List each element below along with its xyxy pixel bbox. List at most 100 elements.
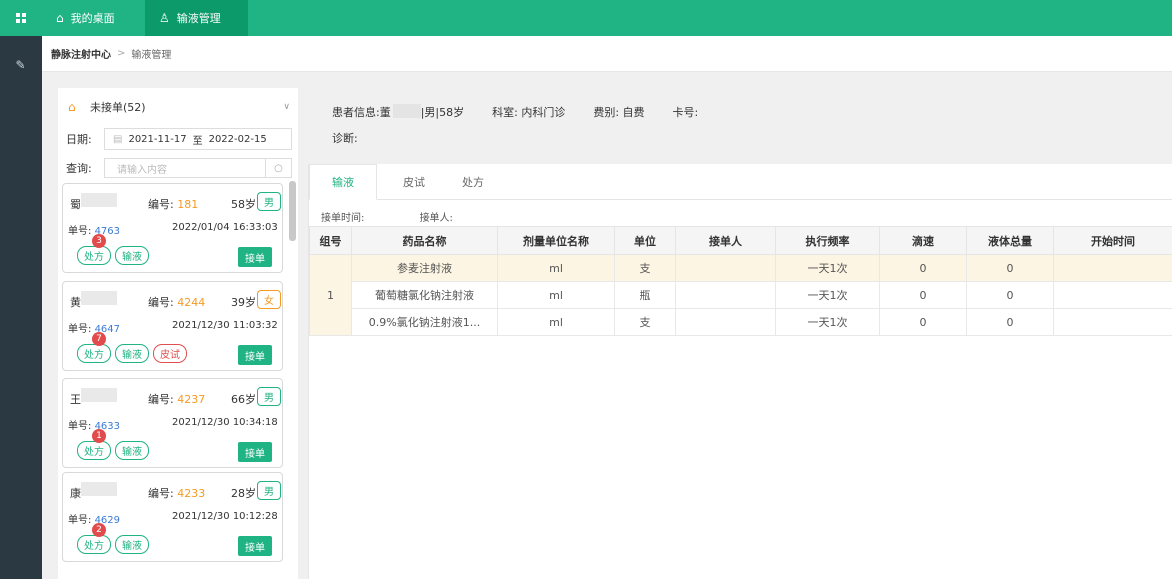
sex-badge: 女 (257, 290, 281, 309)
search-icon[interactable]: ○ (265, 159, 291, 177)
tag-skin-test[interactable]: 皮试 (153, 344, 187, 363)
receiver-cell (675, 308, 776, 336)
card-tags: 处方 1 输液 (77, 429, 149, 460)
tab-infusion[interactable]: ♙ 输液管理 (145, 0, 248, 36)
tab-infusion-label: 输液管理 (176, 12, 221, 25)
col-drip-rate: 滴速 (879, 226, 967, 255)
patient-age: 28岁 (231, 487, 256, 500)
calendar-icon: ▤ (113, 133, 123, 145)
table-row[interactable]: 1 参麦注射液 ml 支 一天1次 0 0 (309, 254, 1172, 336)
volume-cell: 0 (966, 281, 1054, 309)
breadcrumb-root[interactable]: 静脉注射中心 (51, 46, 111, 61)
home-icon: ⌂ (56, 11, 64, 25)
tag-infusion[interactable]: 输液 (115, 246, 149, 265)
card-tags: 处方 3 输液 (77, 234, 149, 265)
drip-rate-cell: 0 (879, 254, 967, 282)
dose-unit-cell: ml (497, 254, 615, 282)
tag-infusion[interactable]: 输液 (115, 344, 149, 363)
order-meta: 接单时间: 接单人: (321, 209, 453, 224)
patient-number: 编号: 4244 (148, 296, 206, 309)
search-placeholder: 请输入内容 (117, 164, 167, 176)
tag-infusion[interactable]: 输液 (115, 441, 149, 460)
name-mask (81, 388, 117, 402)
tag-infusion[interactable]: 输液 (115, 535, 149, 554)
list-scrollbar[interactable] (289, 181, 296, 241)
patient-age: 58岁 (231, 198, 256, 211)
patient-name: 王 (70, 393, 81, 406)
col-drug-name: 药品名称 (351, 226, 498, 255)
tag-prescription[interactable]: 处方 3 (77, 234, 111, 265)
status-select-label: 未接单(52) (90, 101, 146, 114)
frequency-cell: 一天1次 (775, 254, 880, 282)
search-input[interactable]: 请输入内容 ○ (104, 158, 292, 178)
order-time: 2022/01/04 16:33:03 (172, 222, 278, 233)
accept-order-button[interactable]: 接单 (238, 442, 272, 462)
date-range-input[interactable]: ▤ 2021-11-17 至 2022-02-15 (104, 128, 292, 150)
volume-cell: 0 (966, 254, 1054, 282)
patient-info-name: 董 (379, 106, 391, 119)
table-row[interactable]: 葡萄糖氯化钠注射液 ml 瓶 一天1次 0 0 (310, 281, 1172, 309)
accept-order-button[interactable]: 接单 (238, 536, 272, 556)
date-filter: 日期: ▤ 2021-11-17 至 2022-02-15 (66, 128, 292, 150)
drug-name-cell: 葡萄糖氯化钠注射液 (351, 281, 498, 309)
tab-skin-test[interactable]: 皮试 (381, 164, 447, 200)
order-card[interactable]: 王 编号: 4237 66岁 男 单号: 4633 2021/12/30 10:… (62, 378, 283, 468)
patient-age: 39岁 (231, 296, 256, 309)
col-frequency: 执行频率 (775, 226, 880, 255)
col-receiver: 接单人 (675, 226, 776, 255)
tab-desktop-label: 我的桌面 (70, 12, 115, 25)
patient-number: 编号: 4237 (148, 393, 206, 406)
top-nav: ⌂ 我的桌面 ♙ 输液管理 (42, 0, 1172, 36)
unit-cell: 支 (614, 254, 676, 282)
drip-rate-cell: 0 (879, 281, 967, 309)
volume-cell: 0 (966, 308, 1054, 336)
app-grid-icon[interactable] (0, 0, 42, 36)
frequency-cell: 一天1次 (775, 281, 880, 309)
order-time: 2021/12/30 10:12:28 (172, 511, 278, 522)
query-label: 查询: (66, 162, 92, 175)
breadcrumb-current: 输液管理 (131, 50, 172, 61)
card-tags: 处方 7 输液 皮试 (77, 332, 187, 363)
col-start-time: 开始时间 (1053, 226, 1172, 255)
breadcrumb: 静脉注射中心 > 输液管理 (42, 36, 1172, 72)
col-unit: 单位 (614, 226, 676, 255)
patient-age: 66岁 (231, 393, 256, 406)
tab-infusion-detail[interactable]: 输液 (309, 164, 377, 200)
side-rail: ✎ (0, 0, 42, 579)
order-card[interactable]: 康 编号: 4233 28岁 男 单号: 4629 2021/12/30 10:… (62, 472, 283, 562)
patient-info-label: 患者信息: (332, 106, 380, 119)
drip-rate-cell: 0 (879, 308, 967, 336)
status-select[interactable]: ⌂ 未接单(52) ∨ (68, 98, 290, 116)
chevron-down-icon: ∨ (283, 102, 290, 112)
table-row[interactable]: 0.9%氯化钠注射液1... ml 支 一天1次 0 0 (310, 308, 1172, 336)
sex-badge: 男 (257, 192, 281, 211)
order-card[interactable]: 黄 编号: 4244 39岁 女 单号: 4647 2021/12/30 11:… (62, 281, 283, 371)
order-card[interactable]: 蜀 编号: 181 58岁 男 单号: 4763 2022/01/04 16:3… (62, 183, 283, 273)
patient-dept: 科室: 内科门诊 (492, 106, 566, 119)
dose-unit-cell: ml (497, 281, 615, 309)
date-label: 日期: (66, 133, 92, 146)
syringe-icon[interactable]: ✎ (14, 59, 27, 72)
tab-desktop[interactable]: ⌂ 我的桌面 (42, 0, 145, 36)
count-badge: 7 (92, 332, 106, 346)
patient-name: 蜀 (70, 198, 81, 211)
tag-prescription[interactable]: 处方 1 (77, 429, 111, 460)
unit-cell: 支 (614, 308, 676, 336)
order-time: 2021/12/30 10:34:18 (172, 417, 278, 428)
tag-prescription[interactable]: 处方 7 (77, 332, 111, 363)
accept-order-button[interactable]: 接单 (238, 345, 272, 365)
tag-prescription[interactable]: 处方 2 (77, 523, 111, 554)
patient-info-bar: 患者信息: 董 |男|58岁 科室: 内科门诊 费别: 自费 卡号: 诊断: (308, 88, 1172, 156)
patient-number: 编号: 181 (148, 198, 199, 211)
user-icon: ♙ (159, 11, 170, 25)
group-cell: 1 (309, 254, 352, 336)
start-time-cell (1053, 308, 1172, 336)
patient-info-detail: |男|58岁 (420, 106, 465, 119)
sex-badge: 男 (257, 387, 281, 406)
receiver-cell (675, 281, 776, 309)
accept-order-button[interactable]: 接单 (238, 247, 272, 267)
tab-prescription[interactable]: 处方 (447, 164, 499, 200)
drug-name-cell: 0.9%氯化钠注射液1... (351, 308, 498, 336)
start-time-cell (1053, 281, 1172, 309)
sex-badge: 男 (257, 481, 281, 500)
